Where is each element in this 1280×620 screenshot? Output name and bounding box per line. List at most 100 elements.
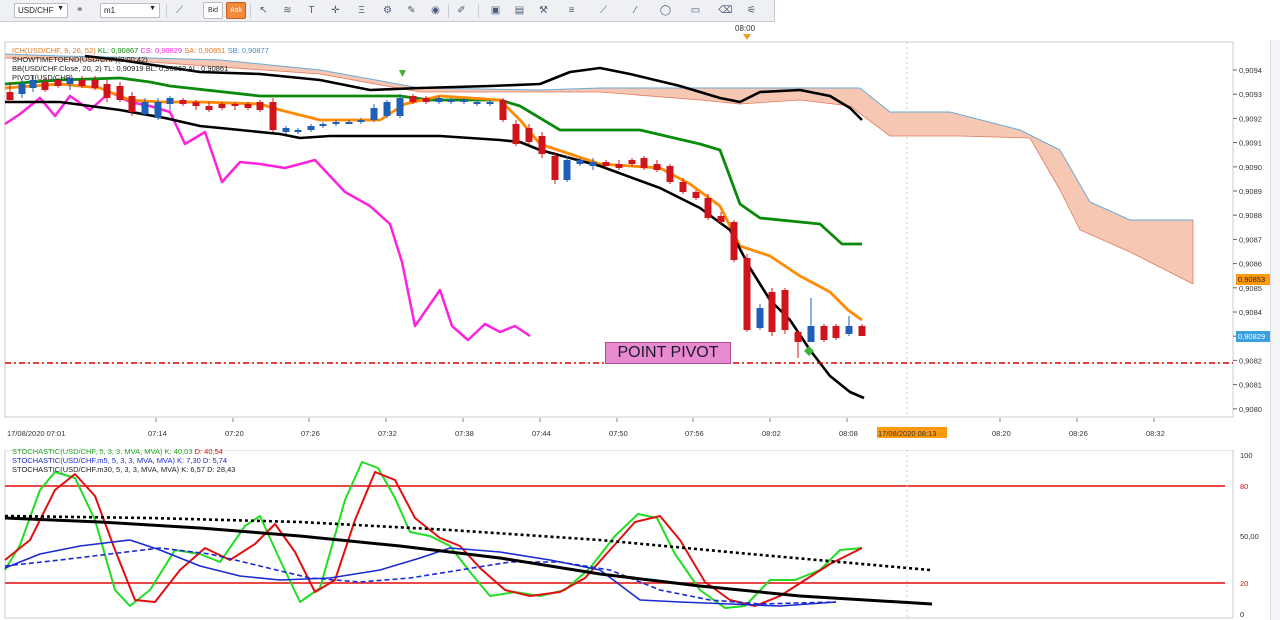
time-label: 08:26 [1069,429,1088,438]
candle-body [179,100,187,104]
time-label: 07:50 [609,429,628,438]
toolbar: USD/CHF ▼ ⚭ m1 ▼ ⟋ Bid Ask ↖ ≋ T ✛ Ξ ⚙ ✎… [0,0,775,22]
time-label: 07:26 [301,429,320,438]
toolbar-separator [478,4,479,18]
candle-body [370,108,378,120]
ask-button[interactable]: Ask [226,2,246,19]
pivot-label[interactable]: POINT PIVOT [605,342,731,364]
time-label: 07:44 [532,429,551,438]
ray-icon[interactable]: ∕ [626,2,645,19]
ich-name: ICH(USD/CHF, 9, 26, 52) [12,46,96,55]
candle-body [473,102,481,104]
stochastic-chart[interactable]: 100 80 50,00 20 0 [0,450,1280,620]
price-label: 0,9081 [1239,381,1262,390]
time-label: 07:20 [225,429,244,438]
price-label: 0,9091 [1239,139,1262,148]
hierarchy-icon[interactable]: ⚟ [742,2,761,19]
price-label: 0,9092 [1239,114,1262,123]
right-scrollbar[interactable] [1270,40,1280,620]
ich-sa: SA: 0,90851 [184,46,226,55]
bb-name: BB(USD/CHF.Close, 20, 2) [12,64,102,73]
candle-body [845,326,853,334]
stoch-axis-label: 50,00 [1240,532,1259,541]
fibonacci-icon[interactable]: ≋ [278,2,297,19]
candle-body [357,120,365,122]
time-label: 07:56 [685,429,704,438]
time-label: 17/08/2020 07:01 [7,429,65,438]
stoch-axis-label: 0 [1240,610,1244,619]
cursor-icon[interactable]: ↖ [254,2,273,19]
stoch2-k: K: 7,30 [177,456,201,465]
candle-body [460,100,468,102]
symbol-select[interactable]: USD/CHF ▼ [14,3,68,18]
chevron-down-icon: ▼ [57,5,64,12]
bars-icon[interactable]: Ξ [352,2,371,19]
price-label: 0,9090 [1239,163,1262,172]
text-icon[interactable]: T [302,2,321,19]
price-label: 0,9093 [1239,90,1262,99]
time-label: 07:14 [148,429,167,438]
bb-bl: BL: 0,90803 [145,64,187,73]
candle-body [231,104,239,106]
draw-icon[interactable]: ✐ [452,2,471,19]
time-label: 07:38 [455,429,474,438]
time-label: 08:02 [762,429,781,438]
candle-body [166,98,174,104]
candle-body [307,126,315,130]
candle-body [78,80,86,86]
bid-button[interactable]: Bid [203,2,223,19]
stoch2-legend: STOCHASTIC(USD/CHF.m5, 5, 3, 3, MVA, MVA… [12,456,227,465]
candle-body [666,166,674,182]
candle-body [486,102,494,104]
stoch3-legend: STOCHASTIC(USD/CHF.m30, 5, 3, 3, MVA, MV… [12,465,235,474]
pivot-legend: PIVOT(USD/CHF) [12,73,73,82]
sa-price-badge: 0,90853 [1236,274,1270,285]
stoch2-d: D: 5,74 [202,456,228,465]
candle-body [563,160,571,180]
menu-icon[interactable]: ≡ [562,2,581,19]
candle-body [116,86,124,100]
eraser-icon[interactable]: ⌫ [716,2,735,19]
candle-body [743,258,751,330]
stoch-axis-label: 80 [1240,482,1248,491]
brush-icon[interactable]: ⚒ [534,2,553,19]
price-chart[interactable]: 0,9094 0,9093 0,9092 0,9091 0,9090 0,9089 0,90… [0,40,1280,440]
line-chart-icon[interactable]: ⟋ [170,2,189,19]
image-icon[interactable]: ▣ [486,2,505,19]
bb-al: AL: 0,90861 [187,64,229,73]
price-label: 0,9089 [1239,187,1262,196]
link-icon[interactable]: ⚭ [76,4,84,15]
crosshair-icon[interactable]: ✛ [326,2,345,19]
time-label: 08:32 [1146,429,1165,438]
trendline-icon[interactable]: ⟋ [594,2,613,19]
price-label: 0,9088 [1239,211,1262,220]
candle-body [319,124,327,126]
candle-body [192,102,200,106]
candle-body [103,84,111,98]
time-label: 08:08 [839,429,858,438]
price-label: 0,9087 [1239,235,1262,244]
candle-body [205,106,213,110]
ichimoku-legend: ICH(USD/CHF, 9, 26, 52) KL: 0,90867 CS: … [12,46,269,55]
ellipse-icon[interactable]: ◯ [656,2,675,19]
stoch-axis-label: 100 [1240,451,1253,460]
timeframe-select[interactable]: m1 ▼ [100,3,160,18]
candle-body [820,326,828,340]
rectangle-icon[interactable]: ▭ [686,2,705,19]
candle-body [345,122,353,124]
pencil-icon[interactable]: ✎ [402,2,421,19]
candle-body [256,102,264,110]
candle-body [858,326,866,336]
candle-body [282,128,290,132]
ich-kl: KL: 0,90867 [97,46,139,55]
candle-body [551,156,559,180]
candle-body [6,92,14,100]
globe-icon[interactable]: ◉ [426,2,445,19]
tools-icon[interactable]: ⚙ [378,2,397,19]
candle-body [717,216,725,222]
window-icon[interactable]: ▤ [510,2,529,19]
candle-body [692,192,700,198]
candle-body [396,98,404,116]
candle-body [525,128,533,142]
price-label: 0,9085 [1239,284,1262,293]
